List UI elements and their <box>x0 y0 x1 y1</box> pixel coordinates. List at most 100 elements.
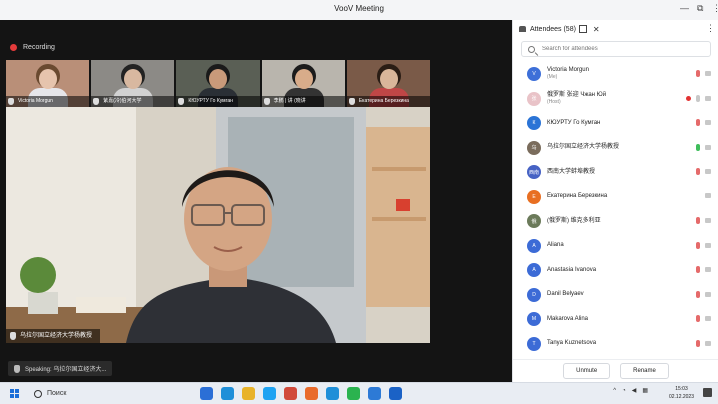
unmute-button[interactable]: Unmute <box>563 363 611 379</box>
attendees-header: Attendees (58) ✕ ⋮ <box>513 20 718 38</box>
record-dot-icon <box>10 44 17 51</box>
attendee-status <box>696 266 711 273</box>
mic-muted-icon[interactable] <box>696 339 700 347</box>
attendee-row[interactable]: К КЮУРТУ Го Кумган <box>513 111 718 136</box>
popout-icon[interactable] <box>578 25 587 33</box>
avatar: A <box>527 238 541 253</box>
taskbar-clock[interactable]: 15:03 02.12.2023 <box>669 385 694 401</box>
avatar: 张 <box>527 91 541 106</box>
speaking-indicator: Speaking: 乌拉尔国立经济大... <box>8 361 113 376</box>
mic-muted-icon[interactable] <box>696 241 700 249</box>
camera-icon[interactable] <box>705 291 711 297</box>
restore-button[interactable]: ⧉ <box>697 3 703 14</box>
mic-muted-icon[interactable] <box>696 217 700 224</box>
camera-icon[interactable] <box>705 242 711 248</box>
camera-icon[interactable] <box>705 144 711 150</box>
attendees-title: Attendees (58) <box>530 25 576 33</box>
taskbar-app-icon[interactable] <box>389 387 402 400</box>
mic-icon[interactable] <box>696 94 700 102</box>
participant-face <box>294 69 313 89</box>
chevron-up-icon[interactable]: ^ <box>613 388 616 394</box>
attendee-row[interactable]: D Danil Belyaev <box>513 283 718 308</box>
taskbar-app-icon[interactable] <box>368 387 381 400</box>
mic-active-icon[interactable] <box>696 143 700 151</box>
main-video[interactable]: 乌拉尔国立经济大学杨教授 <box>6 107 430 343</box>
attendee-row[interactable]: A Anastasia Ivanova <box>513 258 718 283</box>
mic-icon <box>263 98 270 105</box>
camera-icon[interactable] <box>705 192 711 198</box>
mic-muted-icon[interactable] <box>696 290 700 298</box>
camera-icon[interactable] <box>705 340 711 346</box>
taskbar-app-icon[interactable] <box>263 387 276 400</box>
taskbar-search[interactable]: Поиск <box>34 386 66 401</box>
attendee-search[interactable] <box>521 41 711 57</box>
attendee-name: Anastasia Ivanova <box>547 266 597 273</box>
attendee-row[interactable]: 张俄罗斯 张迎 Чжан Юй (Host) <box>513 87 718 112</box>
mic-muted-icon[interactable] <box>696 70 700 77</box>
attendee-row[interactable]: 西南 西南大学蚌埠教授 <box>513 160 718 185</box>
attendee-status <box>696 168 711 175</box>
video-thumbnail[interactable]: 李鹏 | 讲 (晓讲 <box>261 60 345 107</box>
video-thumbnail[interactable]: 紫嘉(冷)伯河大学 <box>91 60 175 107</box>
mic-muted-icon[interactable] <box>696 266 700 273</box>
video-thumbnail[interactable]: Екатерина Березкина <box>346 60 431 107</box>
attendee-role: (Me) <box>547 74 558 81</box>
attendee-name: Aliana <box>547 242 564 249</box>
attendee-search-input[interactable] <box>540 45 704 53</box>
more-options-icon[interactable]: ⋮ <box>706 23 715 34</box>
avatar: 西南 <box>527 165 541 180</box>
minimize-button[interactable]: — <box>680 3 689 13</box>
taskbar-app-icon[interactable] <box>242 387 255 400</box>
attendee-names: Екатерина Березкина <box>547 193 607 200</box>
avatar: 乌 <box>527 140 541 155</box>
attendee-row[interactable]: M Makarova Alina <box>513 307 718 332</box>
attendee-names: 西南大学蚌埠教授 <box>547 169 595 176</box>
attendee-name: 乌拉尔国立经济大学杨教授 <box>547 144 620 151</box>
attendee-row[interactable]: T Tanya Kuznetsova <box>513 332 718 357</box>
mic-icon <box>8 98 14 105</box>
thumbnail-caption: КЮУРТУ Го Кумган <box>176 96 260 107</box>
participant-face <box>39 69 57 89</box>
attendee-status <box>696 70 711 77</box>
attendee-row[interactable]: A Aliana <box>513 234 718 259</box>
thumbnail-name: 紫嘉(冷)伯河大学 <box>103 98 142 104</box>
rename-button[interactable]: Rename <box>620 363 669 379</box>
main-speaker-name: 乌拉尔国立经济大学杨教授 <box>20 333 93 339</box>
taskbar-app-icon[interactable] <box>326 387 339 400</box>
network-icon[interactable]: ◔ <box>622 388 626 394</box>
attendee-status <box>696 290 711 298</box>
taskbar-app-icon[interactable] <box>284 387 297 400</box>
video-thumbnail[interactable]: Victoria Morgun <box>6 60 90 107</box>
taskbar-app-icon[interactable] <box>347 387 360 400</box>
taskbar-app-icon[interactable] <box>221 387 234 400</box>
taskbar-app-icon[interactable] <box>305 387 318 400</box>
camera-icon[interactable] <box>705 71 711 76</box>
attendee-row[interactable]: 乌乌拉尔国立经济大学杨教授 <box>513 136 718 161</box>
taskbar-app-icon[interactable] <box>200 387 213 400</box>
keyboard-layout-icon[interactable]: ▦ <box>642 387 648 394</box>
attendee-name: Tanya Kuznetsova <box>547 340 597 347</box>
mic-muted-icon[interactable] <box>696 315 700 322</box>
camera-icon[interactable] <box>705 120 711 125</box>
camera-icon[interactable] <box>705 316 711 321</box>
participant-face <box>379 69 398 89</box>
mic-muted-icon[interactable] <box>696 168 700 175</box>
attendee-row[interactable]: 俄 (俄罗斯) 维克多利亚 <box>513 209 718 234</box>
camera-icon[interactable] <box>705 95 711 101</box>
close-icon[interactable]: ✕ <box>593 25 600 34</box>
camera-icon[interactable] <box>705 169 711 174</box>
camera-icon[interactable] <box>705 267 711 272</box>
notification-icon[interactable] <box>703 388 712 397</box>
camera-icon[interactable] <box>705 218 711 223</box>
attendee-row[interactable]: E Екатерина Березкина <box>513 185 718 210</box>
video-thumbnail[interactable]: КЮУРТУ Го Кумган <box>176 60 260 107</box>
taskbar-apps <box>200 387 402 400</box>
attendee-names: Tanya Kuznetsova <box>547 340 596 347</box>
attendee-name: Danil Belyaev <box>547 291 584 298</box>
mic-muted-icon[interactable] <box>696 119 700 126</box>
volume-icon[interactable]: ◀ <box>632 387 637 394</box>
window-title: VooV Meeting <box>334 4 384 13</box>
attendee-row[interactable]: V Victoria Morgun (Me) <box>513 62 718 87</box>
windows-start-icon[interactable] <box>10 389 19 398</box>
more-options-button[interactable]: ⋮ <box>712 3 718 14</box>
